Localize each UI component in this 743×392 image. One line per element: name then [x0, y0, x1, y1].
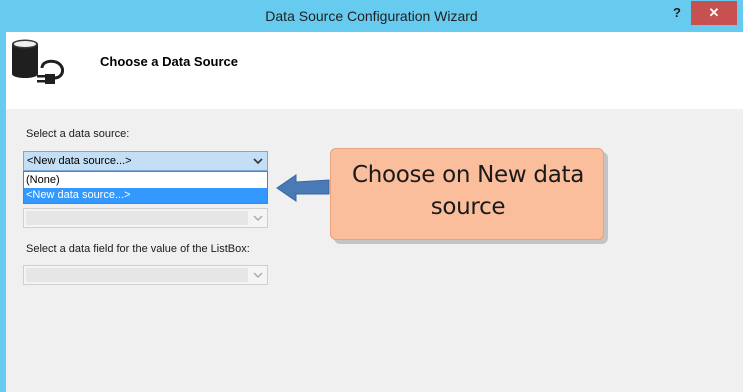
callout-text: Choose on New data source	[331, 159, 605, 223]
close-button[interactable]: ✕	[691, 1, 737, 25]
title-bar: Data Source Configuration Wizard ? ✕	[0, 0, 743, 32]
combobox-field	[26, 268, 248, 282]
value-field-combobox	[23, 265, 268, 285]
chevron-down-icon	[253, 272, 263, 278]
combobox-field	[26, 211, 248, 225]
window-title: Data Source Configuration Wizard	[265, 8, 478, 24]
chevron-down-icon	[253, 215, 263, 221]
help-button[interactable]: ?	[664, 1, 690, 25]
data-source-dropdown-list: (None) <New data source...>	[23, 171, 268, 204]
arrow-icon	[276, 174, 330, 202]
callout-line-2: source	[430, 194, 506, 220]
annotation-callout: Choose on New data source	[330, 148, 604, 240]
page-title: Choose a Data Source	[100, 54, 238, 69]
dropdown-option-none[interactable]: (None)	[24, 173, 267, 188]
value-field-label: Select a data field for the value of the…	[26, 243, 250, 255]
close-icon: ✕	[708, 5, 720, 20]
data-source-label: Select a data source:	[26, 128, 130, 140]
database-plug-icon	[12, 39, 64, 84]
chevron-down-icon[interactable]	[252, 155, 264, 167]
combobox-value: <New data source...>	[27, 155, 132, 167]
wizard-header: Choose a Data Source	[6, 32, 737, 109]
callout-line-1: Choose on New data	[351, 162, 585, 188]
dropdown-option-new-data-source[interactable]: <New data source...>	[24, 188, 267, 203]
data-source-combobox[interactable]: <New data source...>	[23, 151, 268, 171]
text-field-combobox	[23, 208, 268, 228]
